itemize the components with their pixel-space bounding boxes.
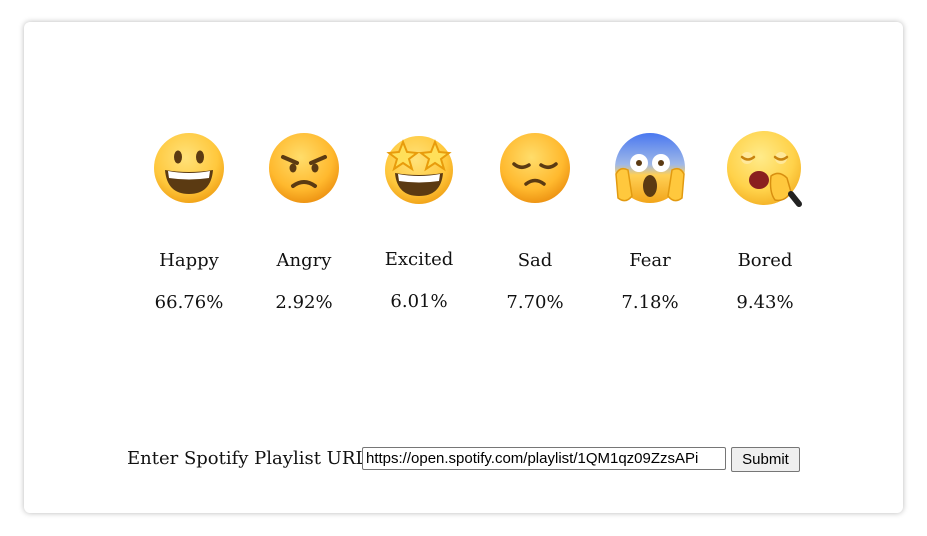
emotion-percent: 66.76% xyxy=(154,292,224,313)
playlist-url-input[interactable] xyxy=(362,447,726,470)
emotion-percent: 6.01% xyxy=(390,291,448,312)
emotion-label: Happy xyxy=(159,250,219,271)
emotion-results: Happy 66.76% Angry 2.92% Excited 6.01% S… xyxy=(134,130,834,330)
grinning-face-icon xyxy=(154,133,224,203)
emotion-label: Angry xyxy=(276,250,332,271)
emotion-label: Excited xyxy=(384,249,454,270)
yawning-face-icon xyxy=(727,131,802,207)
disappointed-face-icon xyxy=(500,133,570,203)
emotion-happy: Happy 66.76% xyxy=(134,130,244,313)
emotion-percent: 7.70% xyxy=(506,292,564,313)
emotion-percent: 9.43% xyxy=(736,292,794,313)
emotion-bored: Bored 9.43% xyxy=(710,130,820,313)
star-struck-face-icon xyxy=(385,136,453,204)
emotion-percent: 2.92% xyxy=(275,292,333,313)
emotion-sad: Sad 7.70% xyxy=(480,130,590,313)
emotion-percent: 7.18% xyxy=(621,292,679,313)
angry-face-icon xyxy=(269,133,339,203)
emotion-fear: Fear 7.18% xyxy=(595,130,705,313)
playlist-url-label: Enter Spotify Playlist URL: xyxy=(127,448,374,469)
screaming-in-fear-face-icon xyxy=(615,133,685,203)
submit-button[interactable]: Submit xyxy=(731,447,800,472)
emotion-label: Fear xyxy=(629,250,671,271)
emotion-label: Bored xyxy=(737,250,793,271)
main-card: Happy 66.76% Angry 2.92% Excited 6.01% S… xyxy=(24,22,903,513)
emotion-excited: Excited 6.01% xyxy=(364,130,474,312)
emotion-angry: Angry 2.92% xyxy=(249,130,359,313)
emotion-label: Sad xyxy=(517,250,553,271)
